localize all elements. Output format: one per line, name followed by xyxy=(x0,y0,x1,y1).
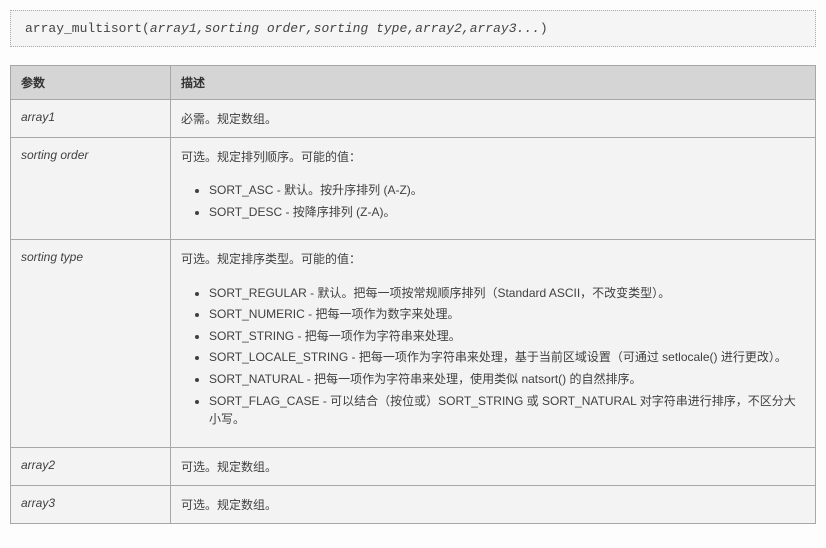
sorting-order-list: SORT_ASC - 默认。按升序排列 (A-Z)。 SORT_DESC - 按… xyxy=(209,181,805,221)
param-desc-sorting-order: 可选。规定排列顺序。可能的值： SORT_ASC - 默认。按升序排列 (A-Z… xyxy=(171,138,816,240)
param-name-array2: array2 xyxy=(11,447,171,485)
list-item: SORT_ASC - 默认。按升序排列 (A-Z)。 xyxy=(209,181,805,200)
table-header-row: 参数 描述 xyxy=(11,66,816,100)
param-name-sorting-order: sorting order xyxy=(11,138,171,240)
param-desc-sorting-type: 可选。规定排序类型。可能的值： SORT_REGULAR - 默认。把每一项按常… xyxy=(171,240,816,447)
sorting-type-lead: 可选。规定排序类型。可能的值： xyxy=(181,250,805,269)
table-row: array3 可选。规定数组。 xyxy=(11,485,816,523)
list-item: SORT_NATURAL - 把每一项作为字符串来处理，使用类似 natsort… xyxy=(209,370,805,389)
sorting-order-lead: 可选。规定排列顺序。可能的值： xyxy=(181,148,805,167)
header-desc: 描述 xyxy=(171,66,816,100)
table-row: array2 可选。规定数组。 xyxy=(11,447,816,485)
param-desc-array2: 可选。规定数组。 xyxy=(171,447,816,485)
param-name-array1: array1 xyxy=(11,100,171,138)
list-item: SORT_DESC - 按降序排列 (Z-A)。 xyxy=(209,203,805,222)
table-row: sorting type 可选。规定排序类型。可能的值： SORT_REGULA… xyxy=(11,240,816,447)
param-name-sorting-type: sorting type xyxy=(11,240,171,447)
list-item: SORT_NUMERIC - 把每一项作为数字来处理。 xyxy=(209,305,805,324)
syntax-function: array_multisort xyxy=(25,21,142,36)
syntax-args: array1,sorting order,sorting type,array2… xyxy=(150,21,540,36)
list-item: SORT_REGULAR - 默认。把每一项按常规顺序排列（Standard A… xyxy=(209,284,805,303)
param-desc-array3: 可选。规定数组。 xyxy=(171,485,816,523)
table-row: sorting order 可选。规定排列顺序。可能的值： SORT_ASC -… xyxy=(11,138,816,240)
table-row: array1 必需。规定数组。 xyxy=(11,100,816,138)
param-name-array3: array3 xyxy=(11,485,171,523)
list-item: SORT_FLAG_CASE - 可以结合（按位或）SORT_STRING 或 … xyxy=(209,392,805,429)
param-desc-array1: 必需。规定数组。 xyxy=(171,100,816,138)
sorting-type-list: SORT_REGULAR - 默认。把每一项按常规顺序排列（Standard A… xyxy=(209,284,805,429)
syntax-box: array_multisort(array1,sorting order,sor… xyxy=(10,10,816,47)
params-table: 参数 描述 array1 必需。规定数组。 sorting order 可选。规… xyxy=(10,65,816,524)
list-item: SORT_STRING - 把每一项作为字符串来处理。 xyxy=(209,327,805,346)
header-param: 参数 xyxy=(11,66,171,100)
list-item: SORT_LOCALE_STRING - 把每一项作为字符串来处理，基于当前区域… xyxy=(209,348,805,367)
